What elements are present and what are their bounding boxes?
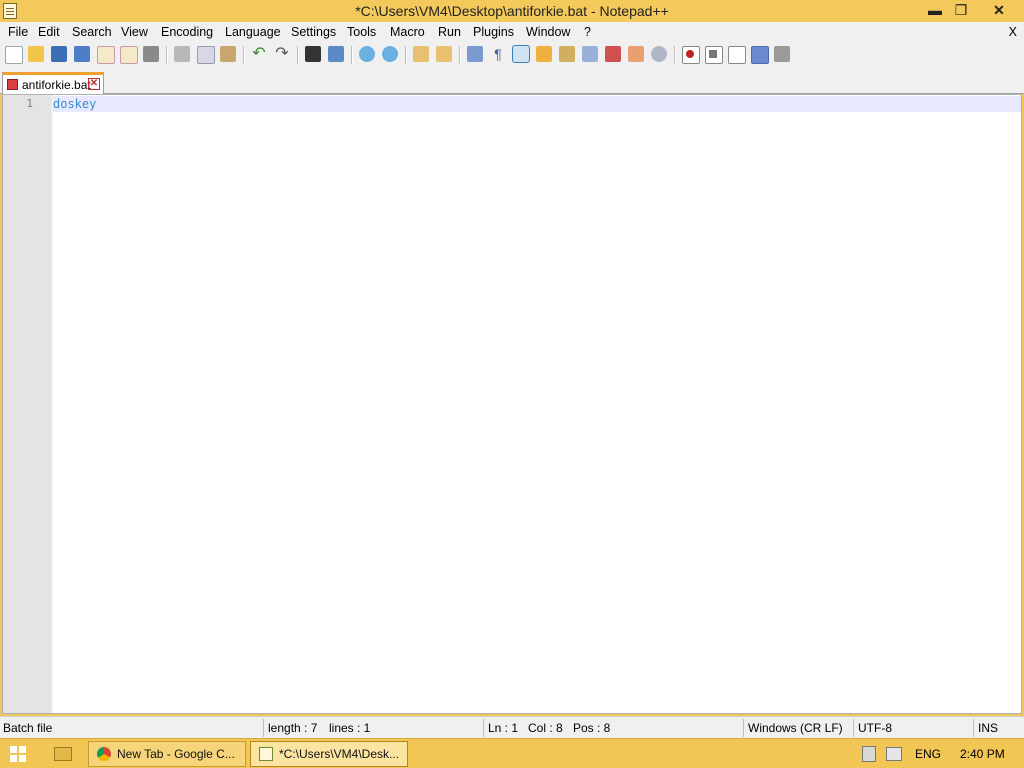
minimize-button[interactable]: ▬	[922, 0, 948, 20]
document-tab[interactable]: antiforkie.bat ✕	[2, 72, 104, 94]
record-macro-icon[interactable]	[682, 46, 700, 64]
editor-area[interactable]: 1 doskey	[2, 94, 1022, 714]
monitoring-icon[interactable]	[651, 46, 667, 62]
status-ln: Ln : 1	[488, 721, 519, 735]
menu-run[interactable]: Run	[438, 25, 461, 39]
action-center-flag-icon[interactable]	[862, 746, 876, 762]
tab-bar: antiforkie.bat ✕	[0, 68, 1024, 94]
restore-button[interactable]: ❐	[948, 0, 974, 20]
menu-edit[interactable]: Edit	[38, 25, 60, 39]
status-insert-mode[interactable]: INS	[978, 721, 998, 735]
taskbar-app-label: New Tab - Google C...	[117, 747, 235, 761]
menu-search[interactable]: Search	[72, 25, 112, 39]
menu-settings[interactable]: Settings	[291, 25, 336, 39]
status-col: Col : 8	[528, 721, 563, 735]
new-file-icon[interactable]	[5, 46, 23, 64]
zoom-in-icon[interactable]	[359, 46, 375, 62]
sync-horizontal-icon[interactable]	[436, 46, 452, 62]
status-separator	[853, 719, 854, 737]
status-lines: lines : 1	[329, 721, 371, 735]
redo-icon[interactable]: ↷	[274, 46, 290, 62]
word-wrap-icon[interactable]	[467, 46, 483, 62]
replace-icon[interactable]	[328, 46, 344, 62]
menu-view[interactable]: View	[121, 25, 148, 39]
folder-icon[interactable]	[628, 46, 644, 62]
status-eol[interactable]: Windows (CR LF)	[748, 721, 843, 735]
toolbar-separator	[674, 46, 676, 64]
paste-icon[interactable]	[220, 46, 236, 62]
network-icon[interactable]	[886, 747, 902, 761]
status-encoding[interactable]: UTF-8	[858, 721, 892, 735]
current-line-highlight	[53, 96, 1021, 112]
toolbar-separator	[297, 46, 299, 64]
menu-help[interactable]: ?	[584, 25, 591, 39]
status-bar: Batch file length : 7 lines : 1 Ln : 1 C…	[0, 716, 1024, 738]
status-separator	[743, 719, 744, 737]
user-language-icon[interactable]	[536, 46, 552, 62]
stop-recording-icon[interactable]	[705, 46, 723, 64]
menu-bar: File Edit Search View Encoding Language …	[0, 22, 1024, 42]
menu-window[interactable]: Window	[526, 25, 570, 39]
undo-icon[interactable]: ↶	[251, 46, 267, 62]
menu-macro[interactable]: Macro	[390, 25, 425, 39]
line-number: 1	[26, 97, 33, 110]
status-pos: Pos : 8	[573, 721, 611, 735]
menu-file[interactable]: File	[8, 25, 28, 39]
toolbar-separator	[405, 46, 407, 64]
title-bar: *C:\Users\VM4\Desktop\antiforkie.bat - N…	[0, 0, 1024, 22]
function-list-icon[interactable]	[582, 46, 598, 62]
sync-vertical-icon[interactable]	[413, 46, 429, 62]
save-all-icon[interactable]	[74, 46, 90, 62]
toolbar-separator	[351, 46, 353, 64]
window-title: *C:\Users\VM4\Desktop\antiforkie.bat - N…	[355, 3, 669, 19]
close-document-button[interactable]: X	[1009, 25, 1017, 39]
menu-tools[interactable]: Tools	[347, 25, 376, 39]
print-icon[interactable]	[143, 46, 159, 62]
close-all-icon[interactable]	[120, 46, 138, 64]
clock[interactable]: 2:40 PM	[960, 747, 1005, 761]
folder-as-workspace-icon[interactable]	[605, 46, 621, 62]
close-icon[interactable]	[97, 46, 115, 64]
toolbar-separator	[166, 46, 168, 64]
line-number-gutter	[3, 95, 51, 713]
toolbar-separator	[243, 46, 245, 64]
status-separator	[973, 719, 974, 737]
taskbar: New Tab - Google C... *C:\Users\VM4\Desk…	[0, 738, 1024, 768]
toolbar-separator	[459, 46, 461, 64]
notepadpp-icon	[259, 747, 273, 761]
fold-margin[interactable]	[51, 95, 53, 713]
open-file-icon[interactable]	[28, 46, 44, 62]
taskbar-app-label: *C:\Users\VM4\Desk...	[279, 747, 400, 761]
cut-icon[interactable]	[174, 46, 190, 62]
run-macro-multiple-icon[interactable]	[751, 46, 769, 64]
status-language: Batch file	[3, 721, 53, 735]
tab-label: antiforkie.bat	[22, 78, 91, 92]
indent-guide-icon[interactable]	[512, 45, 530, 63]
chrome-icon	[97, 747, 111, 761]
taskbar-app-chrome[interactable]: New Tab - Google C...	[88, 741, 246, 767]
zoom-out-icon[interactable]	[382, 46, 398, 62]
play-macro-icon[interactable]	[728, 46, 746, 64]
windows-start-icon[interactable]	[10, 746, 26, 762]
save-macro-icon[interactable]	[774, 46, 790, 62]
copy-icon[interactable]	[197, 46, 215, 64]
file-explorer-icon[interactable]	[54, 747, 72, 761]
unsaved-file-icon	[7, 79, 18, 90]
input-language-indicator[interactable]: ENG	[915, 747, 941, 761]
menu-language[interactable]: Language	[225, 25, 281, 39]
menu-encoding[interactable]: Encoding	[161, 25, 213, 39]
menu-plugins[interactable]: Plugins	[473, 25, 514, 39]
code-line[interactable]: doskey	[53, 97, 96, 111]
document-map-icon[interactable]	[559, 46, 575, 62]
close-window-button[interactable]: ✕	[976, 0, 1022, 20]
show-all-chars-icon[interactable]: ¶	[490, 46, 506, 62]
status-separator	[263, 719, 264, 737]
save-icon[interactable]	[51, 46, 67, 62]
status-separator	[483, 719, 484, 737]
find-icon[interactable]	[305, 46, 321, 62]
toolbar: ↶ ↷ ¶	[0, 42, 1024, 68]
status-length: length : 7	[268, 721, 318, 735]
tab-close-icon[interactable]: ✕	[88, 78, 100, 90]
taskbar-app-notepadpp[interactable]: *C:\Users\VM4\Desk...	[250, 741, 408, 767]
